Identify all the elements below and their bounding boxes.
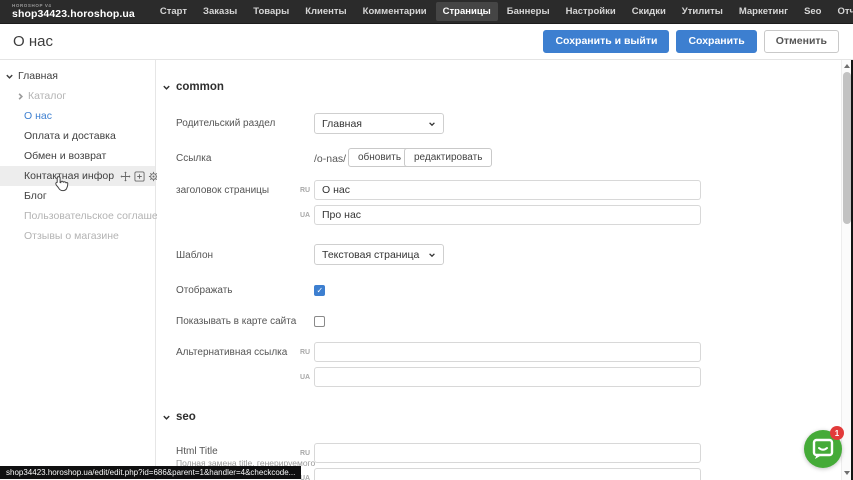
save-button[interactable]: Сохранить: [676, 30, 756, 53]
tree-item-label: Главная: [18, 70, 58, 82]
html-title-ua-input[interactable]: [314, 468, 701, 480]
tree-item-label: Каталог: [28, 90, 66, 102]
tree-item-kontaktnaya[interactable]: Контактная инфор: [0, 166, 155, 186]
link-edit-button[interactable]: редактировать: [404, 148, 492, 167]
chat-unread-badge: 1: [830, 426, 844, 440]
chat-widget-button[interactable]: 1: [804, 430, 842, 468]
ru-badge: RU: [300, 187, 310, 194]
page-tree-sidebar: Главная Каталог О нас Оплата и доставка …: [0, 60, 156, 480]
chevron-down-icon: [162, 83, 171, 92]
tree-item-otzyvy[interactable]: Отзывы о магазине: [0, 226, 155, 246]
tree-item-label: Оплата и доставка: [24, 130, 116, 142]
header-buttons: Сохранить и выйти Сохранить Отменить: [543, 30, 839, 53]
nav-item-products[interactable]: Товары: [246, 2, 296, 21]
section-title: seo: [176, 411, 196, 423]
nav-item-utilities[interactable]: Утилиты: [675, 2, 730, 21]
nav-item-clients[interactable]: Клиенты: [298, 2, 353, 21]
parent-section-select[interactable]: Главная: [314, 113, 444, 134]
move-icon[interactable]: [120, 171, 131, 182]
section-seo-header[interactable]: seo: [162, 411, 196, 423]
tree-item-o-nas[interactable]: О нас: [0, 106, 155, 126]
section-common-header[interactable]: common: [162, 81, 224, 93]
chevron-right-icon[interactable]: [16, 92, 25, 101]
parent-section-label: Родительский раздел: [176, 118, 275, 129]
page-title-ru-input[interactable]: [314, 180, 701, 200]
tree-item-label: Пользовательское соглашение: [24, 210, 175, 222]
logo[interactable]: HOROSHOP V4 shop34423.horoshop.ua: [12, 4, 135, 20]
display-label: Отображать: [176, 285, 232, 296]
page-title: О нас: [13, 33, 53, 50]
html-title-label: Html Title: [176, 446, 218, 457]
tree-item-obmen[interactable]: Обмен и возврат: [0, 146, 155, 166]
section-title: common: [176, 81, 224, 93]
link-label: Ссылка: [176, 153, 211, 164]
nav-item-comments[interactable]: Комментарии: [356, 2, 434, 21]
nav-item-settings[interactable]: Настройки: [559, 2, 623, 21]
tree-item-oplata[interactable]: Оплата и доставка: [0, 126, 155, 146]
nav-item-banners[interactable]: Баннеры: [500, 2, 557, 21]
tree-item-glavnaya[interactable]: Главная: [0, 66, 155, 86]
ua-badge: UA: [300, 374, 310, 381]
template-value: Текстовая страница: [322, 249, 419, 261]
sitemap-checkbox[interactable]: [314, 316, 325, 327]
main-nav: Старт Заказы Товары Клиенты Комментарии …: [153, 2, 853, 21]
chevron-down-icon: [428, 251, 436, 259]
page-header: О нас Сохранить и выйти Сохранить Отмени…: [0, 24, 853, 60]
add-page-icon[interactable]: [134, 171, 145, 182]
template-label: Шаблон: [176, 250, 213, 261]
nav-item-discounts[interactable]: Скидки: [625, 2, 673, 21]
chat-bubble-icon: [811, 437, 835, 461]
alt-link-label: Альтернативная ссылка: [176, 347, 287, 358]
html-title-ru-input[interactable]: [314, 443, 701, 463]
link-value: /o-nas/: [314, 153, 346, 165]
tree-item-label: Обмен и возврат: [24, 150, 106, 162]
display-checkbox[interactable]: [314, 285, 325, 296]
nav-item-start[interactable]: Старт: [153, 2, 194, 21]
topbar: HOROSHOP V4 shop34423.horoshop.ua Старт …: [0, 0, 853, 24]
chevron-down-icon: [162, 413, 171, 422]
edit-form: common Родительский раздел Главная Ссылк…: [157, 60, 841, 480]
sitemap-label: Показывать в карте сайта: [176, 316, 296, 327]
vertical-scrollbar[interactable]: [841, 60, 851, 480]
nav-item-seo[interactable]: Seo: [797, 2, 828, 21]
tree-item-blog[interactable]: Блог: [0, 186, 155, 206]
nav-item-marketing[interactable]: Маркетинг: [732, 2, 795, 21]
tree-item-polzovatelskoe[interactable]: Пользовательское соглашение: [0, 206, 155, 226]
page-title-ua-input[interactable]: [314, 205, 701, 225]
logo-domain-label: shop34423.horoshop.ua: [12, 9, 135, 20]
tree-item-label: Блог: [24, 190, 47, 202]
cancel-button[interactable]: Отменить: [764, 30, 839, 53]
template-select[interactable]: Текстовая страница: [314, 244, 444, 265]
tree-item-label: Контактная инфор: [24, 170, 114, 182]
tree-item-katalog[interactable]: Каталог: [0, 86, 155, 106]
ru-badge: RU: [300, 349, 310, 356]
alt-link-ru-input[interactable]: [314, 342, 701, 362]
page-title-label: заголовок страницы: [176, 185, 269, 196]
save-exit-button[interactable]: Сохранить и выйти: [543, 30, 669, 53]
alt-link-ua-input[interactable]: [314, 367, 701, 387]
chevron-down-icon[interactable]: [5, 72, 14, 81]
app-window: HOROSHOP V4 shop34423.horoshop.ua Старт …: [0, 0, 853, 480]
nav-item-orders[interactable]: Заказы: [196, 2, 244, 21]
tree-item-label: О нас: [24, 110, 52, 122]
ua-badge: UA: [300, 475, 310, 480]
nav-item-pages[interactable]: Страницы: [436, 2, 498, 21]
chevron-down-icon: [428, 120, 436, 128]
tree-item-label: Отзывы о магазине: [24, 230, 119, 242]
parent-section-value: Главная: [322, 118, 362, 130]
scrollbar-thumb[interactable]: [843, 72, 851, 224]
link-update-button[interactable]: обновить: [348, 148, 411, 167]
ru-badge: RU: [300, 450, 310, 457]
nav-item-reports[interactable]: Отчеты: [831, 2, 853, 21]
ua-badge: UA: [300, 212, 310, 219]
link-preview-statusbar: shop34423.horoshop.ua/edit/edit.php?id=6…: [0, 466, 301, 479]
